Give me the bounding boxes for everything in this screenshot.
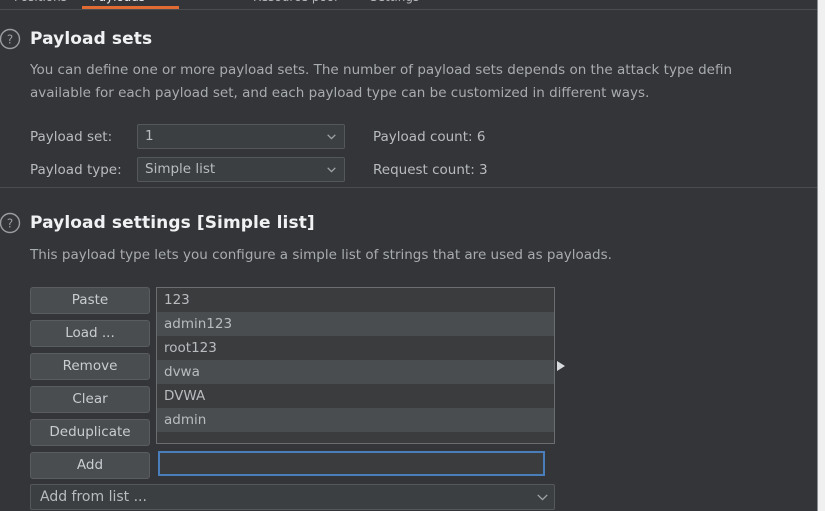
payload-type-label: Payload type: xyxy=(30,162,122,178)
clear-button[interactable]: Clear xyxy=(30,386,150,413)
remove-button[interactable]: Remove xyxy=(30,353,150,380)
list-item[interactable]: admin123 xyxy=(157,312,554,336)
add-from-list-dropdown[interactable]: Add from list ... xyxy=(30,484,555,510)
add-from-list-value: Add from list ... xyxy=(40,489,147,505)
svg-text:?: ? xyxy=(7,33,13,47)
svg-text:?: ? xyxy=(7,217,13,231)
payload-settings-description: This payload type lets you configure a s… xyxy=(30,247,612,263)
payload-sets-description-line1: You can define one or more payload sets.… xyxy=(30,62,733,78)
help-circle-icon[interactable]: ? xyxy=(0,212,21,234)
chevron-down-icon xyxy=(327,133,336,140)
list-item[interactable]: root123 xyxy=(157,336,554,360)
chevron-down-icon xyxy=(537,494,548,501)
intruder-payloads-panel: Positions Payloads Resource pool Setting… xyxy=(0,0,825,511)
payload-count: Payload count: 6 xyxy=(373,129,486,145)
payload-sets-section: ? Payload sets You can define one or mor… xyxy=(0,11,825,187)
request-count: Request count: 3 xyxy=(373,162,488,178)
payload-set-dropdown[interactable]: 1 xyxy=(137,124,345,149)
payload-settings-title: Payload settings [Simple list] xyxy=(30,213,315,233)
payload-type-value: Simple list xyxy=(145,161,216,177)
triangle-right-icon[interactable] xyxy=(556,360,566,372)
deduplicate-button[interactable]: Deduplicate xyxy=(30,419,150,446)
tab-bar-divider xyxy=(0,9,825,10)
list-item[interactable]: dvwa xyxy=(157,360,554,384)
payload-set-value: 1 xyxy=(145,128,154,144)
payload-sets-description-line2: available for each payload set, and each… xyxy=(30,85,650,101)
tab-positions[interactable]: Positions xyxy=(14,0,67,8)
list-item[interactable]: admin xyxy=(157,408,554,432)
tab-settings[interactable]: Settings xyxy=(370,0,419,8)
tab-resource-pool[interactable]: Resource pool xyxy=(253,0,337,8)
load-button[interactable]: Load ... xyxy=(30,320,150,347)
paste-button[interactable]: Paste xyxy=(30,287,150,314)
payload-list[interactable]: 123 admin123 root123 dvwa DVWA admin xyxy=(156,287,555,444)
list-item[interactable]: DVWA xyxy=(157,384,554,408)
payload-type-dropdown[interactable]: Simple list xyxy=(137,157,345,182)
chevron-down-icon xyxy=(327,166,336,173)
payload-set-label: Payload set: xyxy=(30,129,113,145)
window-right-edge xyxy=(818,0,825,511)
payload-sets-title: Payload sets xyxy=(30,29,153,49)
add-payload-input[interactable] xyxy=(158,451,545,476)
add-button[interactable]: Add xyxy=(30,452,150,479)
help-circle-icon[interactable]: ? xyxy=(0,28,21,50)
list-item[interactable]: 123 xyxy=(157,288,554,312)
